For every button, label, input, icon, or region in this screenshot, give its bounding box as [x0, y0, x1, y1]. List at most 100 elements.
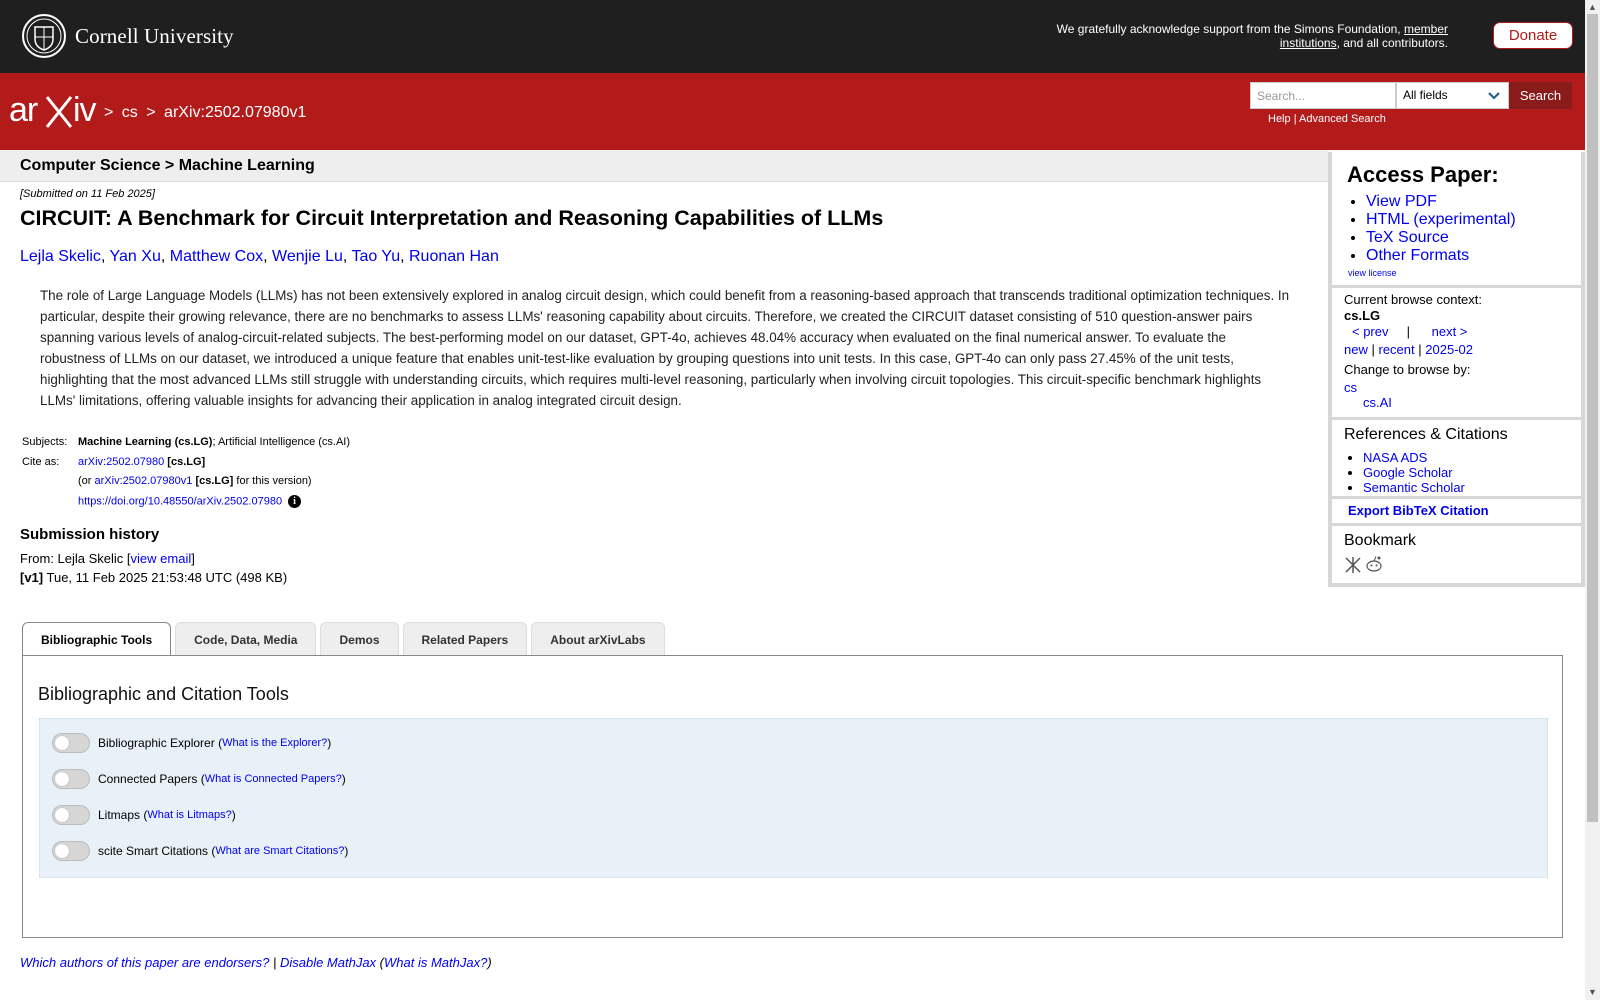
vertical-scrollbar[interactable]: ▲ ▼	[1585, 0, 1600, 1000]
tex-source-link[interactable]: TeX Source	[1366, 229, 1449, 246]
info-icon[interactable]: i	[288, 494, 302, 508]
author-list: Lejla Skelic, Yan Xu, Matthew Cox, Wenji…	[20, 248, 499, 265]
html-link[interactable]: HTML (experimental)	[1366, 211, 1516, 228]
chevron-down-icon	[1488, 92, 1500, 100]
litmaps-toggle[interactable]	[52, 805, 90, 825]
litmaps-help-link[interactable]: What is Litmaps?	[147, 809, 231, 821]
browse-context-box: Current browse context: cs.LG < prev | n…	[1332, 288, 1581, 417]
institution-bar: Cornell University We gratefully acknowl…	[0, 0, 1585, 73]
bookmark-box: Bookmark	[1332, 526, 1581, 583]
browse-context-value: cs.LG	[1344, 308, 1381, 323]
panel-title: Bibliographic and Citation Tools	[38, 684, 289, 704]
paper-title: CIRCUIT: A Benchmark for Circuit Interpr…	[20, 206, 884, 230]
nasa-ads-link[interactable]: NASA ADS	[1363, 450, 1427, 465]
search-button[interactable]: Search	[1509, 82, 1572, 109]
author-link[interactable]: Matthew Cox	[170, 248, 263, 265]
view-email-link[interactable]: view email	[131, 551, 192, 566]
svg-text:iv: iv	[73, 91, 97, 129]
category-heading: Computer Science > Machine Learning	[20, 157, 315, 174]
browse-cs-link[interactable]: cs	[1344, 380, 1357, 395]
references-heading: References & Citations	[1344, 426, 1508, 443]
view-license-link[interactable]: view license	[1348, 268, 1397, 278]
prev-link[interactable]: < prev	[1352, 324, 1389, 339]
semantic-scholar-link[interactable]: Semantic Scholar	[1363, 480, 1465, 495]
cornell-seal-icon	[22, 14, 66, 58]
other-formats-link[interactable]: Other Formats	[1366, 247, 1469, 264]
bookmark-heading: Bookmark	[1344, 532, 1417, 549]
list-item: Bibliographic Explorer (What is the Expl…	[52, 733, 331, 753]
list-item: scite Smart Citations (What are Smart Ci…	[52, 841, 348, 861]
university-name: Cornell University	[75, 23, 234, 48]
next-link[interactable]: next >	[1432, 324, 1468, 339]
header-links: Help | Advanced Search	[1268, 113, 1386, 125]
tab-bibliographic-tools[interactable]: Bibliographic Tools	[22, 622, 172, 657]
arxiv-logo-icon[interactable]: ar iv	[9, 91, 101, 133]
footer-links: Which authors of this paper are endorser…	[20, 955, 492, 970]
recent-link[interactable]: recent	[1379, 342, 1415, 357]
breadcrumb-cs[interactable]: cs	[122, 104, 138, 121]
doi-link[interactable]: https://doi.org/10.48550/arXiv.2502.0798…	[78, 495, 282, 507]
scrollbar-thumb[interactable]	[1587, 14, 1598, 822]
list-item: Litmaps (What is Litmaps?)	[52, 805, 236, 825]
version-line: [v1] Tue, 11 Feb 2025 21:53:48 UTC (498 …	[20, 570, 288, 585]
connected-papers-toggle[interactable]	[52, 769, 90, 789]
google-scholar-link[interactable]: Google Scholar	[1363, 465, 1453, 480]
references-box: References & Citations NASA ADS Google S…	[1332, 420, 1581, 496]
month-link[interactable]: 2025-02	[1425, 342, 1473, 357]
category-bar: Computer Science > Machine Learning	[0, 150, 1328, 182]
author-link[interactable]: Tao Yu	[351, 248, 400, 265]
reddit-icon[interactable]	[1364, 554, 1384, 574]
search-field-select[interactable]: All fields	[1396, 82, 1509, 109]
export-bibtex-link[interactable]: Export BibTeX Citation	[1348, 503, 1489, 518]
new-link[interactable]: new	[1344, 342, 1368, 357]
browse-cs-ai-link[interactable]: cs.AI	[1363, 395, 1392, 410]
scite-help-link[interactable]: What are Smart Citations?	[215, 845, 344, 857]
connected-papers-help-link[interactable]: What is Connected Papers?	[205, 773, 342, 785]
view-pdf-link[interactable]: View PDF	[1366, 193, 1437, 210]
tab-panel: Bibliographic and Citation Tools Bibliog…	[22, 655, 1563, 938]
donate-button[interactable]: Donate	[1493, 22, 1573, 49]
secondary-subject: ; Artificial Intelligence (cs.AI)	[212, 436, 351, 448]
submitter-line: From: Lejla Skelic [view email]	[20, 551, 195, 566]
scroll-up-icon[interactable]: ▲	[1588, 3, 1597, 12]
tab-bar: Bibliographic Tools Code, Data, Media De…	[22, 622, 665, 657]
author-link[interactable]: Yan Xu	[110, 248, 161, 265]
explorer-toggle[interactable]	[52, 733, 90, 753]
disable-mathjax-link[interactable]: Disable MathJax	[280, 955, 376, 970]
arxiv-header: ar iv > cs > arXiv:2502.07980v1 All fiel…	[0, 73, 1585, 150]
svg-text:ar: ar	[9, 91, 38, 129]
tab-related-papers[interactable]: Related Papers	[402, 622, 528, 656]
bibsonomy-icon[interactable]	[1344, 556, 1362, 574]
support-acknowledgement: We gratefully acknowledge support from t…	[1056, 22, 1448, 50]
scite-toggle[interactable]	[52, 841, 90, 861]
submission-date: [Submitted on 11 Feb 2025]	[20, 188, 155, 200]
access-paper-box: Access Paper: View PDF HTML (experimenta…	[1332, 152, 1581, 285]
subjects-label: Subjects:	[22, 436, 68, 448]
author-link[interactable]: Ruonan Han	[409, 248, 499, 265]
cite-as-label: Cite as:	[22, 455, 60, 468]
sidebar: Access Paper: View PDF HTML (experimenta…	[1328, 152, 1585, 587]
breadcrumb: > cs > arXiv:2502.07980v1	[104, 104, 307, 121]
author-link[interactable]: Lejla Skelic	[20, 248, 101, 265]
what-is-mathjax-link[interactable]: What is MathJax?	[384, 955, 487, 970]
cite-id-link[interactable]: arXiv:2502.07980	[78, 456, 164, 468]
list-item: Connected Papers (What is Connected Pape…	[52, 769, 346, 789]
search-input[interactable]	[1250, 82, 1396, 109]
tab-about-arxivlabs[interactable]: About arXivLabs	[531, 622, 665, 656]
abstract-text: The role of Large Language Models (LLMs)…	[40, 288, 1290, 408]
export-box: Export BibTeX Citation	[1332, 499, 1581, 523]
cite-version-link[interactable]: arXiv:2502.07980v1	[95, 475, 193, 487]
author-link[interactable]: Wenjie Lu	[272, 248, 343, 265]
access-paper-heading: Access Paper:	[1347, 162, 1499, 187]
explorer-help-link[interactable]: What is the Explorer?	[222, 737, 327, 749]
breadcrumb-paper-id: arXiv:2502.07980v1	[164, 104, 307, 121]
tab-code-data-media[interactable]: Code, Data, Media	[175, 622, 317, 656]
cornell-logo[interactable]: Cornell University	[21, 13, 234, 59]
submission-history-heading: Submission history	[20, 526, 160, 543]
scroll-down-icon[interactable]: ▼	[1588, 988, 1597, 997]
tab-demos[interactable]: Demos	[320, 622, 399, 656]
help-link[interactable]: Help	[1268, 113, 1291, 125]
endorsers-link[interactable]: Which authors of this paper are endorser…	[20, 955, 269, 970]
tools-list: Bibliographic Explorer (What is the Expl…	[39, 718, 1548, 878]
advanced-search-link[interactable]: Advanced Search	[1299, 113, 1386, 125]
